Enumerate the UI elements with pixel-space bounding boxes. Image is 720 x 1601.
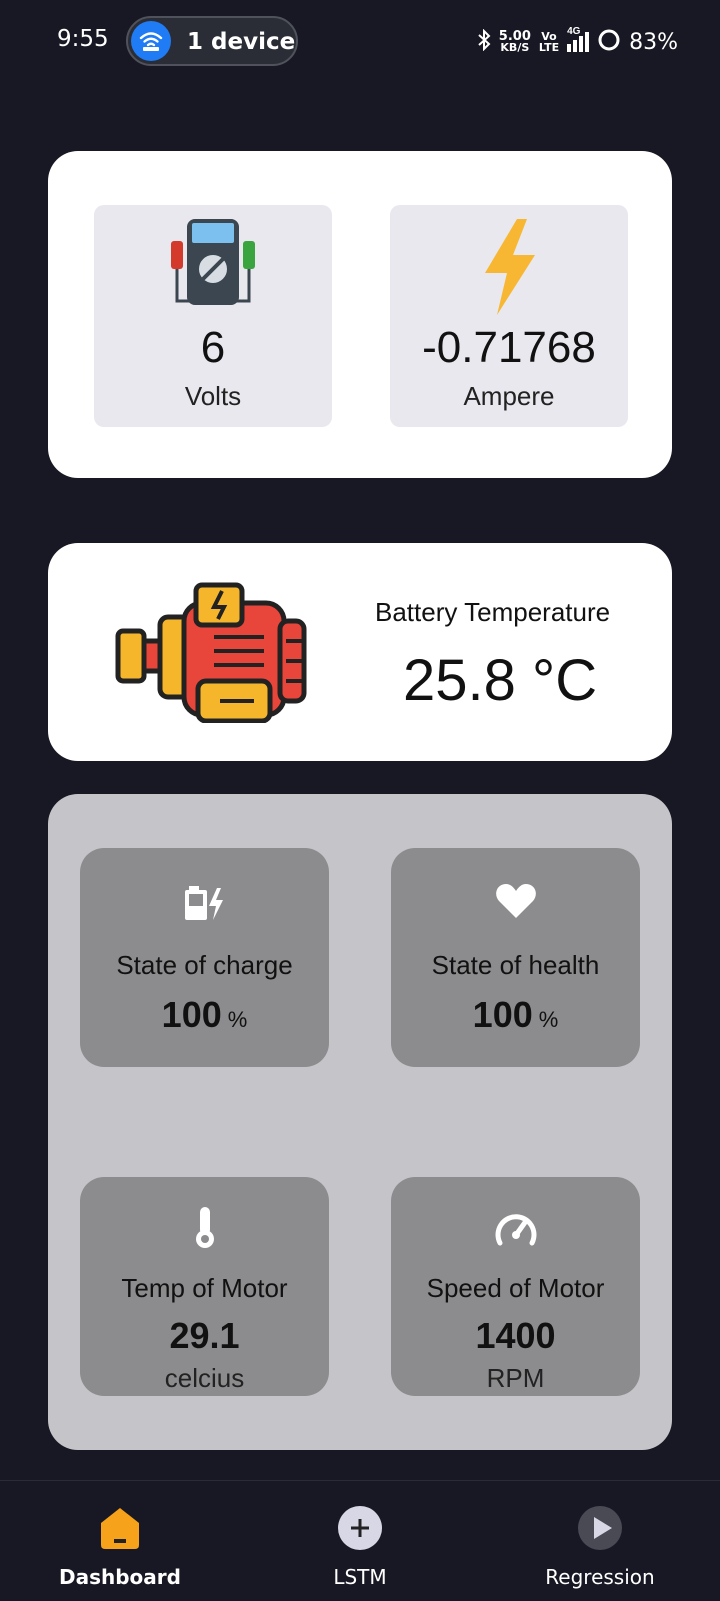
- signal-icon: 4G: [567, 26, 590, 52]
- soc-unit: %: [227, 1007, 248, 1032]
- motor-speed-unit: RPM: [486, 1363, 545, 1393]
- bluetooth-icon: [477, 28, 491, 56]
- current-value: -0.71768: [422, 323, 596, 372]
- stats-panel: State of charge 100% State of health 100…: [48, 794, 672, 1450]
- voltage-tile: 6 Volts: [94, 205, 332, 427]
- motor-speed-tile: Speed of Motor 1400 RPM: [391, 1177, 640, 1396]
- volte-bottom: LTE: [538, 41, 560, 54]
- add-icon: [337, 1505, 383, 1551]
- thermometer-icon: [193, 1205, 217, 1254]
- current-tile: -0.71768 Ampere: [390, 205, 628, 427]
- soc-title: State of charge: [116, 950, 293, 980]
- lightning-icon: [477, 217, 541, 322]
- status-bar: 9:55 1 device 5.00 KB/S Vo LTE 4G 83%: [0, 0, 720, 84]
- soh-unit: %: [538, 1007, 559, 1032]
- battery-temperature-card: Battery Temperature 25.8 °C: [48, 543, 672, 761]
- soh-title: State of health: [431, 950, 600, 980]
- device-pill-label: 1 device: [187, 29, 296, 55]
- net-speed: 5.00 KB/S: [499, 30, 531, 54]
- soc-value-row: 100%: [80, 994, 329, 1036]
- motor-speed-title: Speed of Motor: [426, 1273, 605, 1303]
- network-type: 4G: [567, 26, 581, 37]
- motor-temp-title: Temp of Motor: [121, 1273, 288, 1303]
- state-of-charge-tile: State of charge 100%: [80, 848, 329, 1067]
- nav-dashboard[interactable]: Dashboard: [20, 1481, 220, 1601]
- battery-percent: 83%: [629, 29, 678, 55]
- soc-value: 100: [161, 994, 222, 1035]
- soh-value: 100: [472, 994, 533, 1035]
- nav-dashboard-label: Dashboard: [59, 1565, 181, 1589]
- battery-charging-icon: [183, 882, 227, 927]
- multimeter-icon: [167, 217, 259, 316]
- voltage-unit: Volts: [184, 381, 242, 411]
- electric-motor-icon: [114, 581, 308, 728]
- volte-indicator: Vo LTE: [539, 31, 559, 53]
- play-icon: [577, 1505, 623, 1551]
- power-card: 6 Volts -0.71768 Ampere: [48, 151, 672, 478]
- state-of-health-tile: State of health 100%: [391, 848, 640, 1067]
- motor-speed-value: 1400: [475, 1315, 556, 1356]
- current-unit: Ampere: [463, 381, 555, 411]
- bottom-navigation: Dashboard LSTM Regression: [0, 1480, 720, 1601]
- motor-temperature-tile: Temp of Motor 29.1 celcius: [80, 1177, 329, 1396]
- connected-devices-pill[interactable]: 1 device: [126, 16, 298, 66]
- speedometer-icon: [494, 1209, 538, 1254]
- voltage-value: 6: [200, 323, 226, 372]
- home-icon: [97, 1505, 143, 1551]
- status-indicators: 5.00 KB/S Vo LTE 4G 83%: [477, 26, 678, 57]
- battery-ring-icon: [597, 28, 621, 57]
- soh-value-row: 100%: [391, 994, 640, 1036]
- battery-temperature-title: Battery Temperature: [375, 597, 611, 627]
- nav-regression[interactable]: Regression: [500, 1481, 700, 1601]
- nav-lstm[interactable]: LSTM: [260, 1481, 460, 1601]
- motor-temp-unit: celcius: [164, 1363, 245, 1393]
- net-speed-unit: KB/S: [500, 41, 530, 54]
- battery-temperature-value: 25.8 °C: [403, 648, 598, 713]
- heart-icon: [495, 882, 537, 925]
- motor-temp-value: 29.1: [169, 1315, 240, 1356]
- wifi-hotspot-icon: [131, 21, 171, 61]
- nav-lstm-label: LSTM: [333, 1565, 387, 1589]
- status-time: 9:55: [57, 26, 109, 52]
- nav-regression-label: Regression: [545, 1565, 655, 1589]
